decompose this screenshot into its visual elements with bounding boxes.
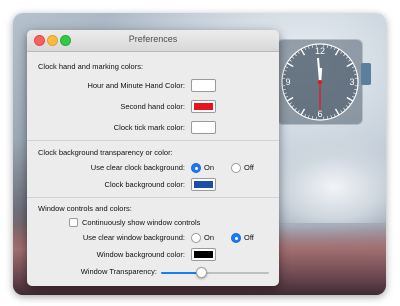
clear-clock-bg-on-radio[interactable]	[191, 163, 201, 173]
show-controls-label[interactable]: Continuously show window controls	[82, 218, 200, 227]
numeral-9: 9	[285, 77, 290, 87]
desktop-edge-icon[interactable]	[361, 63, 371, 85]
hour-minute-color-label: Hour and Minute Hand Color:	[87, 81, 185, 90]
clear-window-bg-on-label[interactable]: On	[204, 233, 214, 242]
window-bg-color-well[interactable]	[191, 248, 216, 261]
tick-mark-color-fill	[194, 124, 213, 131]
second-hand-color-fill	[194, 103, 213, 110]
section-divider	[27, 140, 279, 141]
tick-mark-color-label: Clock tick mark color:	[113, 123, 185, 132]
clear-clock-bg-on-label[interactable]: On	[204, 163, 214, 172]
clock-bg-color-well[interactable]	[191, 178, 216, 191]
window-bg-color-fill	[194, 251, 213, 258]
clear-window-bg-label: Use clear window background:	[82, 233, 185, 242]
transparency-slider-fill	[161, 272, 201, 274]
window-transparency-label: Window Transparency:	[80, 267, 157, 276]
hands-heading: Clock hand and marking colors:	[38, 62, 144, 71]
clear-clock-bg-off-label[interactable]: Off	[244, 163, 254, 172]
transparency-slider-knob[interactable]	[196, 267, 207, 278]
hour-minute-color-fill	[194, 82, 213, 89]
window-bg-color-label: Window background color:	[96, 250, 185, 259]
numeral-3: 3	[349, 77, 354, 87]
hour-minute-color-well[interactable]	[191, 79, 216, 92]
desktop-screenshot: 12 3 6 9 Preferences Clock hand and mark…	[13, 13, 386, 295]
numeral-6: 6	[317, 109, 322, 119]
clear-window-bg-on-radio[interactable]	[191, 233, 201, 243]
hour-hand	[318, 67, 323, 83]
section-divider	[27, 197, 279, 198]
clock-face: 12 3 6 9	[281, 43, 359, 121]
numeral-12: 12	[315, 46, 325, 56]
clear-clock-bg-label: Use clear clock background:	[90, 163, 185, 172]
hand-hub	[318, 80, 322, 84]
clock-bg-color-label: Clock background color:	[104, 180, 185, 189]
window-controls-heading: Window controls and colors:	[38, 204, 132, 213]
clear-window-bg-off-label[interactable]: Off	[244, 233, 254, 242]
clear-clock-bg-off-radio[interactable]	[231, 163, 241, 173]
clock-bg-color-fill	[194, 181, 213, 188]
clear-window-bg-off-radio[interactable]	[231, 233, 241, 243]
window-title: Preferences	[128, 34, 178, 44]
second-hand-color-label: Second hand color:	[120, 102, 185, 111]
tick-mark-color-well[interactable]	[191, 121, 216, 134]
background-heading: Clock background transparency or color:	[38, 148, 173, 157]
clock-widget[interactable]: 12 3 6 9	[277, 39, 363, 125]
title-bar[interactable]: Preferences	[27, 30, 279, 52]
preferences-window: Preferences Clock hand and marking color…	[27, 30, 279, 286]
second-hand-color-well[interactable]	[191, 100, 216, 113]
show-controls-checkbox[interactable]	[69, 218, 78, 227]
